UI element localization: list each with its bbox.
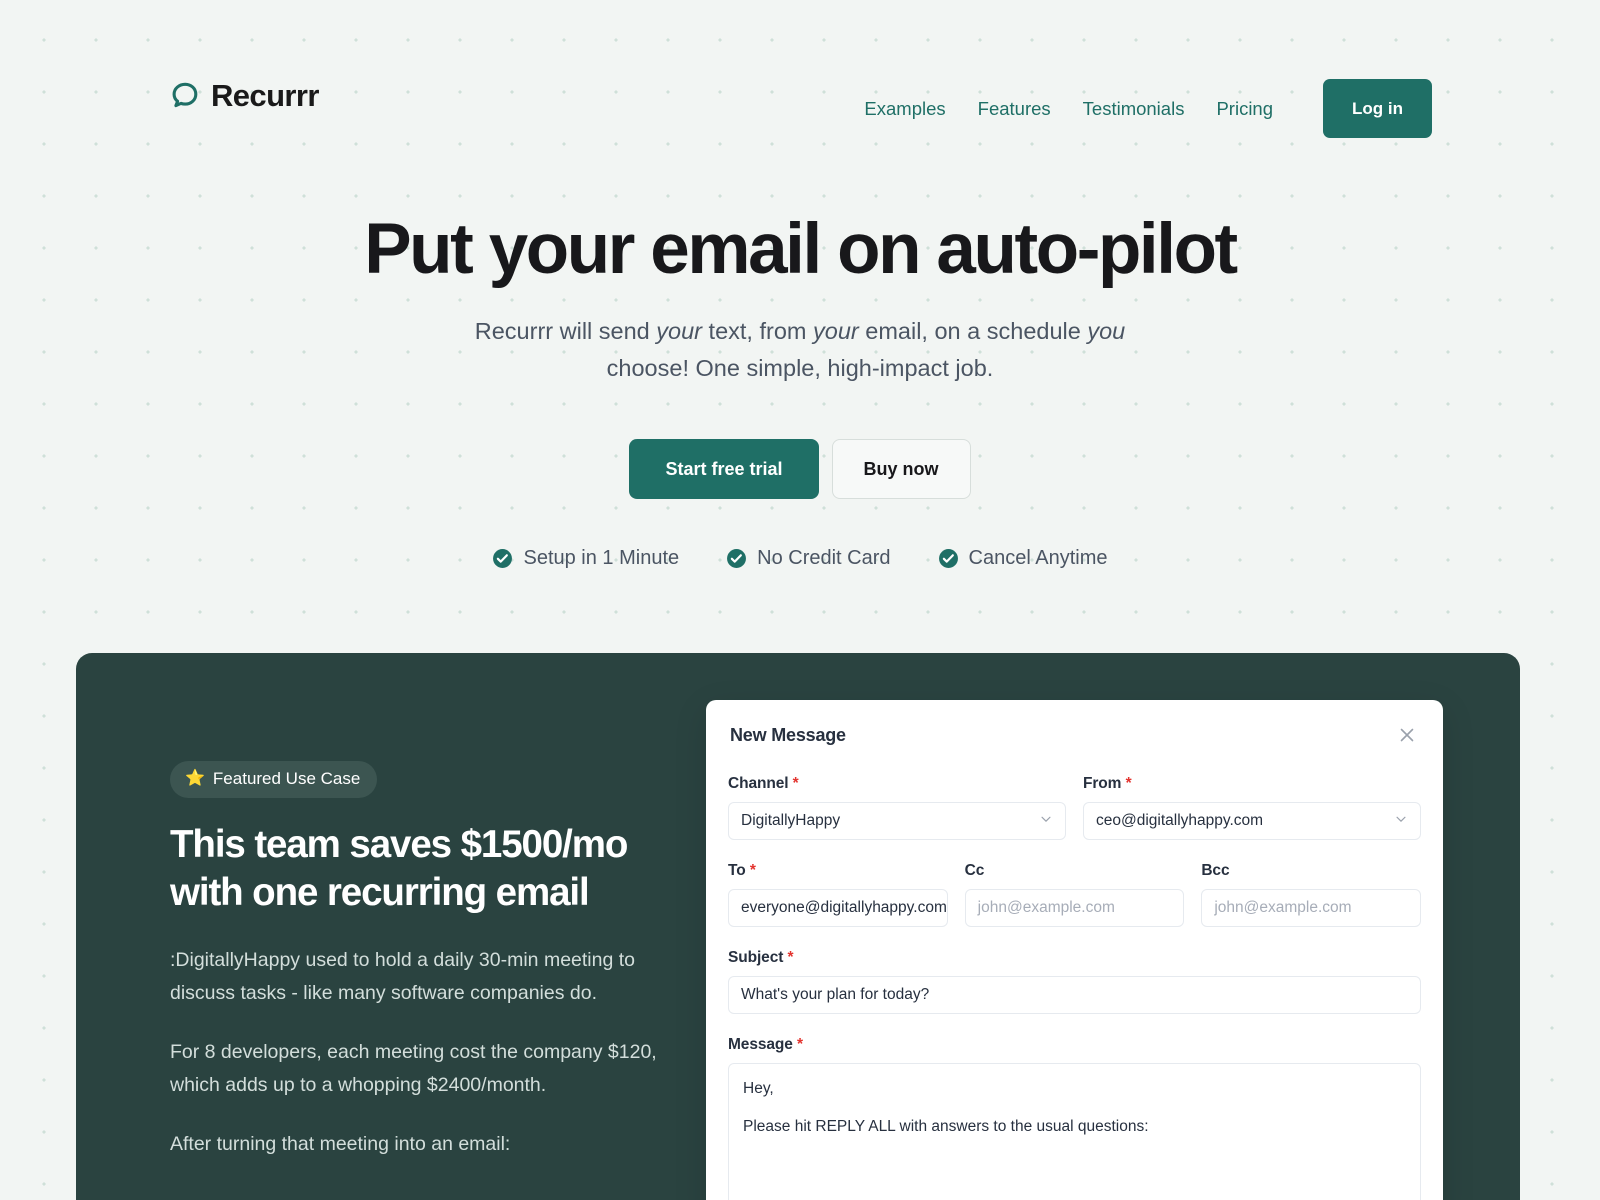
composer-header: New Message (706, 707, 1443, 763)
nav-link-features[interactable]: Features (962, 98, 1067, 120)
label-text: To (728, 862, 746, 879)
composer-title: New Message (730, 724, 846, 745)
field-channel: Channel * DigitallyHappy (728, 775, 1066, 840)
speech-bubble-icon (170, 81, 200, 111)
field-to: To * everyone@digitallyhappy.com (728, 862, 948, 927)
message-line-1: Hey, (743, 1080, 774, 1097)
to-input[interactable]: everyone@digitallyhappy.com (728, 889, 948, 927)
badge-label: Featured Use Case (212, 769, 361, 788)
composer-row-subject: Subject * What's your plan for today? (728, 949, 1421, 1014)
assurance-label: No Credit Card (757, 547, 891, 570)
hero-sub-em-1: your (656, 317, 703, 344)
buy-now-button[interactable]: Buy now (831, 439, 971, 500)
message-textarea[interactable]: Hey, Please hit REPLY ALL with answers t… (728, 1063, 1421, 1200)
required-marker: * (1125, 775, 1132, 792)
label-text: From (1083, 775, 1122, 792)
required-marker: * (792, 775, 799, 792)
usecase-paragraph-3: After turning that meeting into an email… (170, 1133, 511, 1156)
hero-section: Put your email on auto-pilot Recurrr wil… (0, 210, 1600, 570)
login-button[interactable]: Log in (1323, 79, 1432, 138)
nav-link-testimonials[interactable]: Testimonials (1067, 98, 1201, 120)
field-bcc: Bcc john@example.com (1201, 862, 1422, 927)
field-label-to: To * (728, 862, 948, 880)
required-marker: * (787, 949, 794, 966)
label-text: Channel (728, 775, 789, 792)
star-icon: ⭐ (185, 770, 205, 787)
field-label-subject: Subject * (728, 949, 1421, 967)
message-line-2: Please hit REPLY ALL with answers to the… (743, 1118, 1149, 1136)
subject-input-value: What's your plan for today? (741, 986, 930, 1003)
required-marker: * (749, 862, 756, 879)
check-circle-icon (492, 548, 513, 569)
field-label-channel: Channel * (728, 775, 1066, 793)
label-text: Message (728, 1036, 793, 1053)
status-badge: ⭐ Featured Use Case (170, 761, 378, 798)
assurance-item-setup: Setup in 1 Minute (492, 547, 679, 570)
field-label-from: From * (1083, 775, 1421, 793)
from-select-value: ceo@digitallyhappy.com (1096, 812, 1264, 829)
assurance-label: Setup in 1 Minute (523, 547, 680, 570)
field-message: Message * Hey, Please hit REPLY ALL with… (728, 1036, 1421, 1200)
hero-subtitle: Recurrr will send your text, from your e… (470, 313, 1130, 388)
chevron-down-icon (1386, 812, 1408, 831)
field-cc: Cc john@example.com (964, 862, 1185, 927)
channel-select[interactable]: DigitallyHappy (728, 802, 1066, 840)
composer-row-message: Message * Hey, Please hit REPLY ALL with… (728, 1036, 1421, 1200)
label-text: Cc (964, 862, 985, 879)
usecase-copy: ⭐ Featured Use Case This team saves $150… (170, 761, 670, 1161)
brand-name: Recurrr (211, 78, 319, 113)
field-from: From * ceo@digitallyhappy.com (1083, 775, 1421, 840)
field-label-cc: Cc (965, 862, 1185, 880)
field-subject: Subject * What's your plan for today? (728, 949, 1421, 1014)
cc-input[interactable]: john@example.com (964, 889, 1185, 927)
main-nav: Examples Features Testimonials Pricing L… (848, 79, 1432, 138)
field-label-message: Message * (728, 1036, 1421, 1054)
field-label-bcc: Bcc (1201, 862, 1421, 880)
hero-sub-part-3: email, on a schedule (858, 317, 1088, 344)
label-text: Bcc (1201, 862, 1230, 879)
composer-row-recipients: To * everyone@digitallyhappy.com Cc john… (728, 862, 1422, 927)
check-circle-icon (938, 548, 959, 569)
featured-use-case-panel: ⭐ Featured Use Case This team saves $150… (76, 653, 1520, 1200)
usecase-paragraph-1: :DigitallyHappy used to hold a daily 30-… (170, 949, 636, 1005)
assurance-item-no-credit-card: No Credit Card (726, 547, 891, 570)
composer-body: Channel * DigitallyHappy From * ceo@digi… (706, 763, 1443, 1200)
composer-row-channel-from: Channel * DigitallyHappy From * ceo@digi… (728, 775, 1421, 840)
brand-logo[interactable]: Recurrr (170, 78, 319, 114)
usecase-title: This team saves $1500/mo with one recurr… (170, 823, 628, 914)
check-circle-icon (726, 548, 747, 569)
chevron-down-icon (1031, 812, 1053, 831)
new-message-composer: New Message Channel * DigitallyHappy Fro… (706, 700, 1443, 1200)
to-input-value: everyone@digitallyhappy.com (741, 899, 947, 916)
page-title: Put your email on auto-pilot (364, 210, 1238, 289)
subject-input[interactable]: What's your plan for today? (728, 976, 1421, 1014)
hero-sub-part-2: text, from (702, 317, 814, 344)
assurance-item-cancel-anytime: Cancel Anytime (938, 547, 1108, 570)
hero-sub-part-1: Recurrr will send (474, 317, 657, 344)
nav-link-examples[interactable]: Examples (848, 98, 961, 120)
cc-input-placeholder: john@example.com (977, 899, 1115, 916)
close-icon[interactable] (1395, 723, 1419, 747)
usecase-paragraph-2: For 8 developers, each meeting cost the … (170, 1041, 657, 1097)
label-text: Subject (728, 949, 784, 966)
assurance-label: Cancel Anytime (968, 547, 1108, 570)
required-marker: * (797, 1036, 803, 1053)
nav-link-pricing[interactable]: Pricing (1200, 98, 1289, 120)
hero-sub-em-2: your (813, 317, 859, 344)
start-free-trial-button[interactable]: Start free trial (629, 439, 819, 500)
assurance-list: Setup in 1 Minute No Credit Card Cancel … (0, 547, 1600, 570)
channel-select-value: DigitallyHappy (741, 812, 841, 829)
from-select[interactable]: ceo@digitallyhappy.com (1083, 802, 1421, 840)
bcc-input[interactable]: john@example.com (1201, 889, 1422, 927)
hero-sub-em-3: you (1087, 317, 1126, 344)
bcc-input-placeholder: john@example.com (1214, 899, 1352, 916)
cta-row: Start free trial Buy now (0, 439, 1600, 500)
hero-sub-part-4: choose! One simple, high-impact job. (606, 355, 994, 382)
site-header: Recurrr Examples Features Testimonials P… (0, 0, 1600, 190)
